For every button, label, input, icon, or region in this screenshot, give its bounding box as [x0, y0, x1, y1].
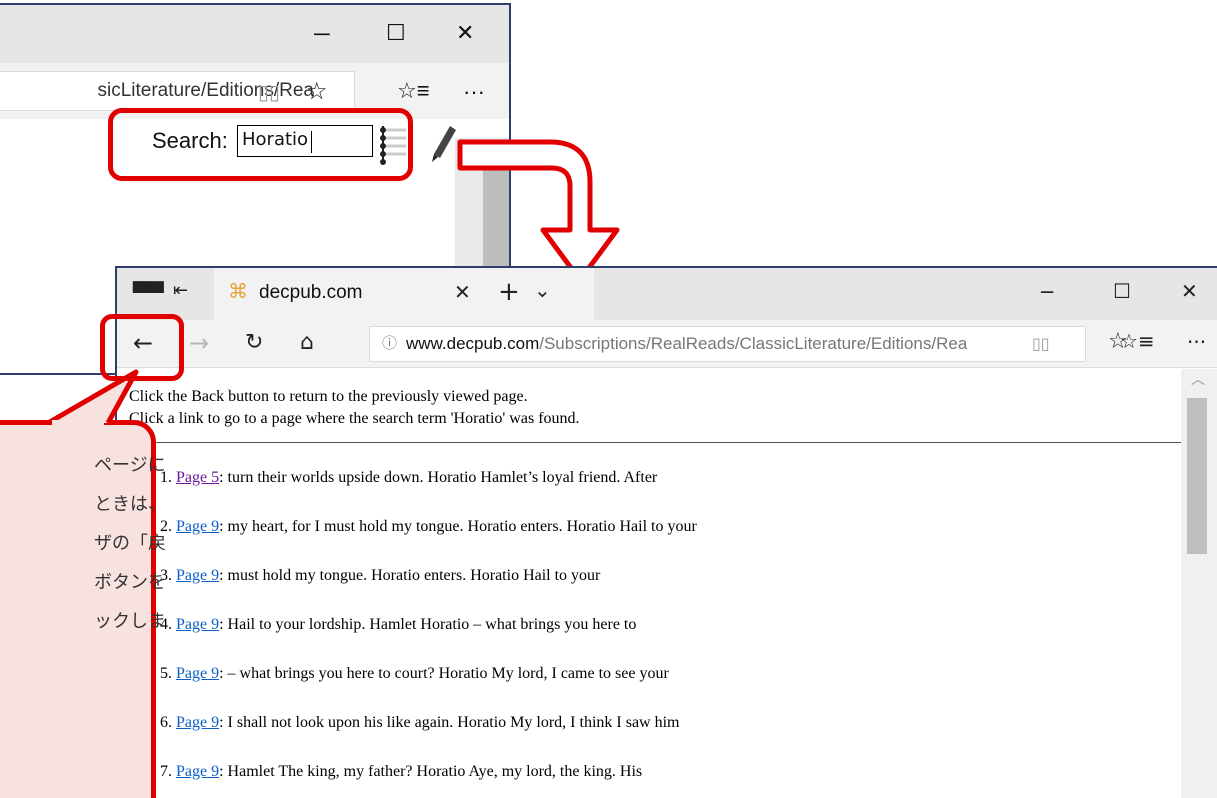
favorites-hub-icon[interactable]: ☆≡ [1120, 331, 1155, 351]
reading-view-icon[interactable]: ▯▯ [258, 83, 280, 103]
result-page-link[interactable]: Page 9 [176, 665, 219, 682]
search-results-page: Click the Back button to return to the p… [117, 369, 1181, 798]
result-page-link[interactable]: Page 9 [176, 714, 219, 731]
result-snippet: : Hail to your lordship. Hamlet Horatio … [219, 616, 637, 633]
refresh-icon[interactable]: ↻ [245, 332, 263, 354]
address-host: www.decpub.com [406, 334, 540, 353]
chevron-down-icon[interactable]: ⌄ [534, 280, 551, 300]
front-browser-window: ▀▀ ⇤ ⌘ decpub.com ✕ + ⌄ ─ ☐ ✕ ← → ↻ ⌂ ⓘ … [115, 266, 1217, 798]
result-snippet: : must hold my tongue. Horatio enters. H… [219, 567, 601, 584]
navigation-bar: ← → ↻ ⌂ ⓘ www.decpub.com/Subscriptions/R… [117, 320, 1217, 368]
explanation-line: ボタンを [94, 572, 166, 593]
explanation-line: ときは、 [94, 494, 166, 515]
instruction-line: Click the Back button to return to the p… [129, 388, 528, 405]
back-button-highlight-box [100, 314, 184, 381]
back-title-bar: ─ ☐ ✕ [0, 5, 509, 63]
address-path: /Subscriptions/RealReads/ClassicLiteratu… [539, 334, 968, 353]
scrollbar-thumb[interactable] [1187, 398, 1207, 554]
explanation-line: ページに [94, 455, 166, 476]
result-page-link[interactable]: Page 9 [176, 567, 219, 584]
result-number: 7. [160, 763, 172, 780]
result-item: 1. Page 5: turn their worlds upside down… [160, 467, 697, 516]
info-icon[interactable]: ⓘ [382, 336, 397, 351]
instruction-line: Click a link to go to a page where the s… [129, 410, 580, 427]
close-icon[interactable]: ✕ [456, 22, 474, 44]
result-snippet: : – what brings you here to court? Horat… [219, 665, 669, 682]
more-menu-icon[interactable]: ··· [463, 81, 485, 103]
tab-close-icon[interactable]: ✕ [454, 282, 471, 302]
close-icon[interactable]: ✕ [1181, 281, 1198, 301]
result-item: 6. Page 9: I shall not look upon his lik… [160, 712, 697, 761]
divider [129, 442, 1181, 443]
explanation-text: ページに ときは、 ザの「戻 ボタンを ックしま [94, 446, 166, 641]
tab-preview-icon[interactable]: ▀▀ [133, 283, 164, 303]
result-page-link[interactable]: Page 9 [176, 518, 219, 535]
favorite-star-icon[interactable]: ☆ [306, 80, 328, 104]
site-favicon-icon: ⌘ [228, 279, 248, 303]
result-snippet: : I shall not look upon his like again. … [219, 714, 680, 731]
home-icon[interactable]: ⌂ [300, 332, 314, 354]
maximize-icon[interactable]: ☐ [1113, 281, 1131, 301]
flow-arrow-icon [457, 139, 620, 283]
result-snippet: : my heart, for I must hold my tongue. H… [219, 518, 697, 535]
pen-icon[interactable] [432, 126, 456, 162]
explanation-line: ックしま [94, 611, 166, 632]
minimize-icon[interactable]: ─ [1041, 282, 1053, 302]
explanation-line: ザの「戻 [94, 533, 166, 554]
result-page-link[interactable]: Page 9 [176, 616, 219, 633]
tab-bar: ▀▀ ⇤ ⌘ decpub.com ✕ + ⌄ ─ ☐ ✕ [117, 268, 1217, 320]
maximize-icon[interactable]: ☐ [386, 22, 406, 44]
tab-title: decpub.com [259, 282, 363, 303]
result-item: 2. Page 9: my heart, for I must hold my … [160, 516, 697, 565]
tab-decpub[interactable]: ⌘ decpub.com ✕ + ⌄ [214, 268, 594, 320]
result-snippet: : turn their worlds upside down. Horatio… [219, 469, 658, 486]
result-page-link[interactable]: Page 9 [176, 763, 219, 780]
result-number: 6. [160, 714, 172, 731]
result-snippet: : Hamlet The king, my father? Horatio Ay… [219, 763, 643, 780]
back-address-field[interactable]: sicLiterature/Editions/Rea [0, 71, 355, 111]
more-menu-icon[interactable]: ··· [1187, 332, 1206, 352]
minimize-icon[interactable]: ─ [314, 23, 330, 45]
reading-view-icon[interactable]: ▯▯ [1032, 336, 1050, 352]
result-page-link[interactable]: Page 5 [176, 469, 219, 486]
forward-arrow-icon[interactable]: → [189, 331, 209, 355]
back-address-text: sicLiterature/Editions/Rea [97, 80, 315, 101]
result-item: 3. Page 9: must hold my tongue. Horatio … [160, 565, 697, 614]
result-item: 5. Page 9: – what brings you here to cou… [160, 663, 697, 712]
instructions: Click the Back button to return to the p… [129, 386, 580, 430]
result-number: 5. [160, 665, 172, 682]
address-field[interactable]: ⓘ www.decpub.com/Subscriptions/RealReads… [369, 326, 1086, 362]
favorites-hub-icon[interactable]: ☆≡ [397, 80, 430, 102]
result-item: 7. Page 9: Hamlet The king, my father? H… [160, 761, 697, 798]
set-tabs-aside-icon[interactable]: ⇤ [173, 282, 188, 300]
results-list: 1. Page 5: turn their worlds upside down… [160, 467, 697, 798]
scroll-up-icon[interactable]: ︿ [1191, 373, 1205, 387]
result-item: 4. Page 9: Hail to your lordship. Hamlet… [160, 614, 697, 663]
new-tab-icon[interactable]: + [498, 279, 520, 305]
search-highlight-box [108, 108, 413, 181]
